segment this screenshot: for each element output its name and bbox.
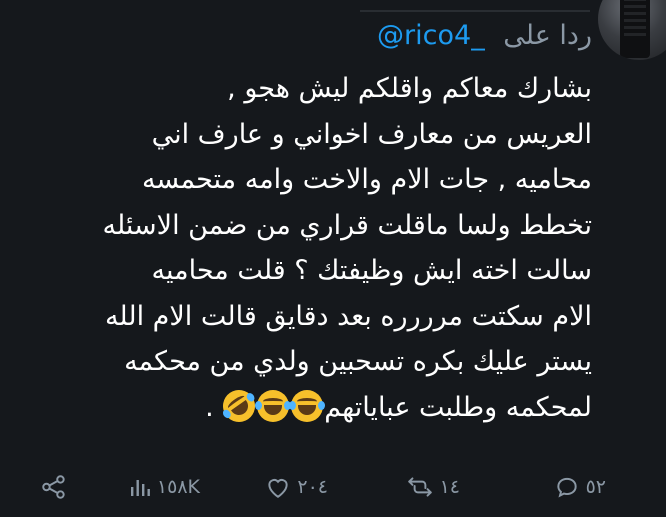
share-button[interactable] xyxy=(40,462,68,512)
tweet-trailing-dot: . xyxy=(205,391,214,423)
tweet-line: لمحكمه وطلبت عباياتهم xyxy=(324,391,592,423)
tears-of-joy-emoji xyxy=(255,389,292,422)
tweet-last-line: لمحكمه وطلبت عباياتهم . xyxy=(32,383,592,431)
emoji-group xyxy=(216,383,326,431)
reply-handle-link[interactable]: @rico4_ xyxy=(377,20,485,51)
reply-context: ردا على @rico4_ xyxy=(377,16,592,56)
tweet-line: الام سكتت مرررره بعد دقايق قالت الام الل… xyxy=(104,300,592,332)
avatar[interactable] xyxy=(598,0,666,60)
views-icon xyxy=(130,480,150,496)
reply-button[interactable]: ٥٢ xyxy=(554,462,606,512)
reply-prefix: ردا على xyxy=(503,20,592,51)
retweet-count: ١٤ xyxy=(439,476,460,498)
action-bar: ٥٢ ١٤ ٢٠٤ ١٥٨K xyxy=(0,462,666,512)
avatar-figure xyxy=(620,0,650,58)
tweet-line: محاميه , جات الام والاخت وامه متحمسه xyxy=(141,164,592,195)
tweet-line: العريس من معارف اخواني و عارف اني xyxy=(151,118,592,150)
tears-of-joy-emoji xyxy=(289,389,326,422)
heart-icon xyxy=(268,479,289,498)
reply-icon xyxy=(556,477,577,498)
retweet-icon xyxy=(407,477,432,497)
like-count: ٢٠٤ xyxy=(297,476,328,498)
retweet-button[interactable]: ١٤ xyxy=(406,462,460,512)
share-icon xyxy=(42,475,65,499)
tweet-line: سالت اخته ايش وظيفتك ؟ قلت محاميه xyxy=(151,255,592,286)
tweet-text: بشارك معاكم واقلكم ليش هجو , العريس من م… xyxy=(32,66,592,430)
views-button[interactable]: ١٥٨K xyxy=(129,462,200,512)
tweet-line: بشارك معاكم واقلكم ليش هجو , xyxy=(227,73,592,104)
tweet-line: يستر عليك بكره تسحبين ولدي من محكمه xyxy=(124,346,592,377)
previous-tweet-edge xyxy=(360,0,590,12)
like-button[interactable]: ٢٠٤ xyxy=(265,462,328,512)
reply-count: ٥٢ xyxy=(585,476,606,498)
views-count: ١٥٨K xyxy=(156,476,200,498)
tweet-line: تخطط ولسا ماقلت قراري من ضمن الاسئله xyxy=(102,209,592,241)
